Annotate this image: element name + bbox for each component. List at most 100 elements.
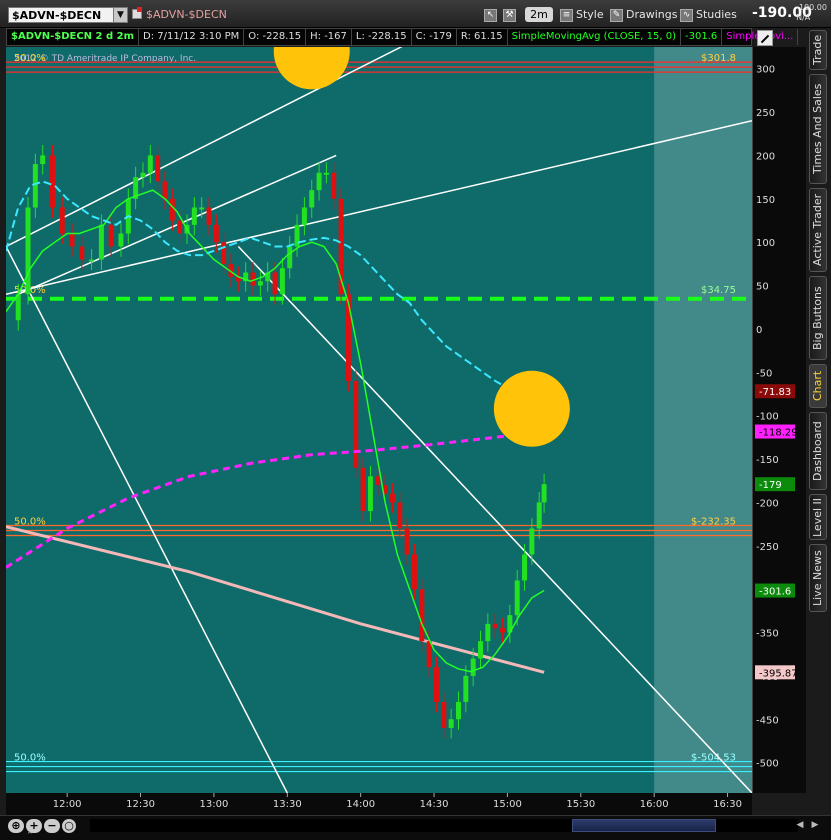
candle-body: [108, 224, 114, 247]
header-low: L: -228.15: [352, 29, 412, 45]
tab-chart[interactable]: Chart: [809, 364, 827, 408]
tab-live-news[interactable]: Live News: [809, 544, 827, 612]
y-tick-label: 250: [756, 108, 775, 119]
bottom-bar: ⊕ + − ○ ◀ ▶: [0, 815, 831, 840]
y-tick-label: -50: [756, 368, 772, 379]
chart-settings-button[interactable]: [757, 30, 773, 46]
candle-body: [213, 224, 219, 243]
candle-body: [89, 259, 95, 262]
candle-body: [177, 220, 183, 234]
y-tick-label: -150: [756, 455, 779, 466]
tab-times-and-sales[interactable]: Times And Sales: [809, 74, 827, 184]
candle-body: [419, 589, 425, 642]
candle-body: [191, 207, 197, 225]
chart-canvas[interactable]: 2012 © TD Ameritrade IP Company, Inc.50.…: [6, 47, 806, 815]
candle-body: [169, 198, 175, 221]
tab-big-buttons[interactable]: Big Buttons: [809, 276, 827, 360]
candle-body: [411, 554, 417, 590]
scroll-right-arrow[interactable]: ▶: [810, 819, 820, 832]
y-tick-label: -100: [756, 412, 779, 423]
header-date: D: 7/11/12 3:10 PM: [139, 29, 245, 45]
candle-body: [426, 641, 432, 668]
candle-body: [272, 272, 278, 295]
y-tick-label: 200: [756, 151, 775, 162]
candle-body: [287, 246, 293, 269]
time-scrollbar[interactable]: [90, 819, 798, 832]
price-marker-label: -118.29: [759, 428, 798, 439]
candle-body: [32, 164, 38, 208]
symbol-input[interactable]: $ADVN-$DECN ▼: [8, 7, 128, 23]
regression-line: [6, 525, 545, 674]
tab-trade[interactable]: Trade: [809, 30, 827, 70]
candle-body: [345, 294, 351, 381]
wrench-tool-button[interactable]: ⚒: [503, 6, 519, 23]
y-tick-label: 50: [756, 282, 769, 293]
y-tick-label: 300: [756, 65, 775, 76]
scroll-left-arrow[interactable]: ◀: [795, 819, 805, 832]
candle-body: [514, 580, 520, 616]
x-tick-label: 12:00: [53, 799, 82, 810]
y-tick-label: -500: [756, 759, 779, 770]
header-high: H: -167: [306, 29, 352, 45]
header-sma[interactable]: SimpleMovingAvg (CLOSE, 15, 0): [508, 29, 681, 45]
link-color-icon[interactable]: [132, 7, 142, 19]
level-pct-label: 50.0%: [14, 516, 46, 527]
cursor-tool-button[interactable]: ↖: [484, 6, 500, 23]
level-value-label: $34.75: [701, 285, 736, 296]
timeframe-button[interactable]: 2m: [525, 7, 553, 22]
candle-body: [140, 172, 146, 178]
candle-body: [79, 246, 85, 260]
price-marker-label: -71.83: [759, 387, 791, 398]
candle-body: [522, 554, 528, 581]
candle-body: [316, 172, 322, 191]
level-pct-label: 50.0%: [14, 53, 46, 64]
x-tick-label: 14:30: [420, 799, 449, 810]
candle-body: [59, 207, 65, 234]
tab-dashboard[interactable]: Dashboard: [809, 412, 827, 490]
candle-body: [199, 207, 205, 210]
style-icon: ≡: [560, 8, 573, 22]
level-value-label: $301.8: [701, 53, 736, 64]
drawings-button[interactable]: ✎ Drawings: [610, 6, 677, 23]
candle-body: [492, 623, 498, 629]
candle-body: [301, 207, 307, 225]
candle-body: [279, 268, 285, 295]
drawings-label: Drawings: [626, 8, 678, 21]
future-region: [654, 47, 752, 793]
x-tick-label: 15:30: [566, 799, 595, 810]
pan-button[interactable]: ⊕: [8, 819, 24, 833]
header-range: R: 61.15: [457, 29, 508, 45]
mini-price-box: -190.00 N/A: [796, 3, 827, 23]
candle-body: [470, 658, 476, 676]
studies-button[interactable]: ∿ Studies: [680, 6, 737, 23]
x-tick-label: 13:00: [199, 799, 228, 810]
candle-body: [397, 502, 403, 529]
tab-level-ii[interactable]: Level II: [809, 494, 827, 540]
candle-body: [98, 224, 104, 260]
candle-body: [155, 155, 161, 182]
candle-body: [353, 380, 359, 468]
reset-zoom-button[interactable]: ○: [62, 819, 76, 833]
header-open: O: -228.15: [244, 29, 307, 45]
symbol-dropdown-chevron-icon[interactable]: ▼: [113, 7, 128, 23]
level-value-label: $-232.35: [691, 516, 736, 527]
price-marker-label: -301.6: [759, 587, 791, 598]
candle-body: [433, 667, 439, 702]
candle-body: [375, 476, 381, 486]
candle-body: [15, 294, 21, 321]
candle-body: [441, 701, 447, 728]
highlight-circle-1: [493, 370, 570, 447]
style-label: Style: [576, 8, 604, 21]
expand-up-icon[interactable]: ⌃: [26, 831, 34, 840]
tab-active-trader[interactable]: Active Trader: [809, 188, 827, 272]
quote-header: $ADVN-$DECN 2 d 2m D: 7/11/12 3:10 PM O: -…: [6, 28, 799, 46]
candle-body: [118, 233, 124, 247]
style-button[interactable]: ≡ Style: [560, 6, 604, 23]
symbol-text: $ADVN-$DECN: [12, 9, 102, 22]
pencil-icon: ✎: [610, 8, 623, 22]
candle-body: [69, 233, 75, 247]
scroll-thumb[interactable]: [572, 819, 716, 832]
header-sma-value: -301.6: [681, 29, 723, 45]
zoom-out-button[interactable]: −: [44, 819, 60, 833]
y-tick-label: -450: [756, 715, 779, 726]
